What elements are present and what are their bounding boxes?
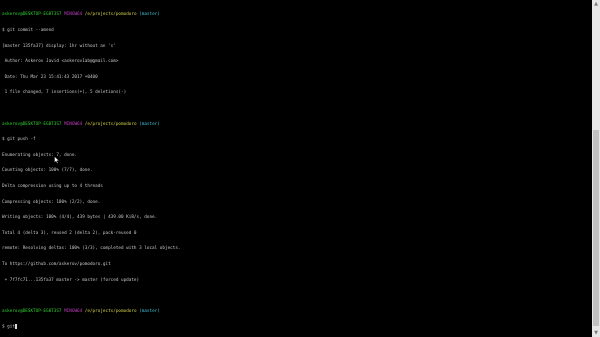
output-line: $ git push -f — [2, 137, 36, 143]
output-line: Total 4 (delta 3), reused 2 (delta 2), p… — [2, 230, 137, 236]
command-input[interactable]: $ git — [2, 325, 15, 330]
output-line: Counting objects: 100% (7/7), done. — [2, 168, 93, 174]
output-line: 1 file changed, 7 insertions(+), 5 delet… — [2, 90, 127, 96]
text-cursor — [14, 324, 18, 329]
output-line: Date: Thu Mar 23 15:41:43 2017 +0400 — [2, 74, 98, 80]
output-line: Author: Askerov Javid <askerov1ab@gmail.… — [2, 59, 119, 65]
prompt-user-host: askerov@DESKTOP-EG8T3S7 — [2, 308, 62, 314]
prompt-system: MINGW64 — [64, 308, 83, 314]
prompt-branch: (master) — [139, 308, 160, 314]
prompt-path: /e/projects/pomodoro — [84, 308, 137, 314]
scroll-up-icon[interactable]: ▲ — [592, 0, 600, 8]
prompt-branch: (master) — [139, 121, 160, 127]
vertical-scrollbar[interactable]: ▲ ▼ — [592, 0, 600, 337]
prompt-branch: (master) — [139, 12, 160, 18]
prompt-user-host: askerov@DESKTOP-EG8T3S7 — [2, 121, 62, 127]
terminal-window[interactable]: askerov@DESKTOP-EG8T3S7 MINGW64 /e/proje… — [0, 0, 592, 337]
output-line: To https://github.com/askerov/pomodoro.g… — [2, 261, 111, 267]
terminal-output: askerov@DESKTOP-EG8T3S7 MINGW64 /e/proje… — [2, 2, 181, 337]
prompt-line: askerov@DESKTOP-EG8T3S7 MINGW64 /e/proje… — [2, 309, 181, 314]
scroll-down-icon[interactable]: ▼ — [592, 329, 600, 337]
prompt-path: /e/projects/pomodoro — [84, 12, 137, 18]
prompt-system: MINGW64 — [64, 121, 83, 127]
prompt-line: askerov@DESKTOP-EG8T3S7 MINGW64 /e/proje… — [2, 122, 181, 127]
mouse-pointer-icon — [54, 156, 60, 164]
prompt-path: /e/projects/pomodoro — [84, 121, 137, 127]
output-line: $ git commit --amend — [2, 28, 54, 33]
output-line: + 7f7fc71...135fa37 master -> master (fo… — [2, 277, 140, 283]
output-line: Writing objects: 100% (4/4), 439 bytes |… — [2, 215, 158, 221]
output-line: remote: Resolving deltas: 100% (3/3), co… — [2, 246, 181, 252]
command-input-line[interactable]: $ git — [2, 324, 181, 330]
scrollbar-thumb[interactable] — [593, 130, 599, 326]
prompt-system: MINGW64 — [64, 12, 83, 18]
prompt-line: askerov@DESKTOP-EG8T3S7 MINGW64 /e/proje… — [2, 12, 181, 17]
output-line: Compressing objects: 100% (2/2), done. — [2, 199, 101, 205]
prompt-user-host: askerov@DESKTOP-EG8T3S7 — [2, 12, 62, 18]
output-line: Delta compression using up to 4 threads — [2, 183, 103, 189]
output-line: Enumerating objects: 7, done. — [2, 152, 78, 158]
output-line: [master 135fa37] display: 1hr without an… — [2, 43, 116, 49]
